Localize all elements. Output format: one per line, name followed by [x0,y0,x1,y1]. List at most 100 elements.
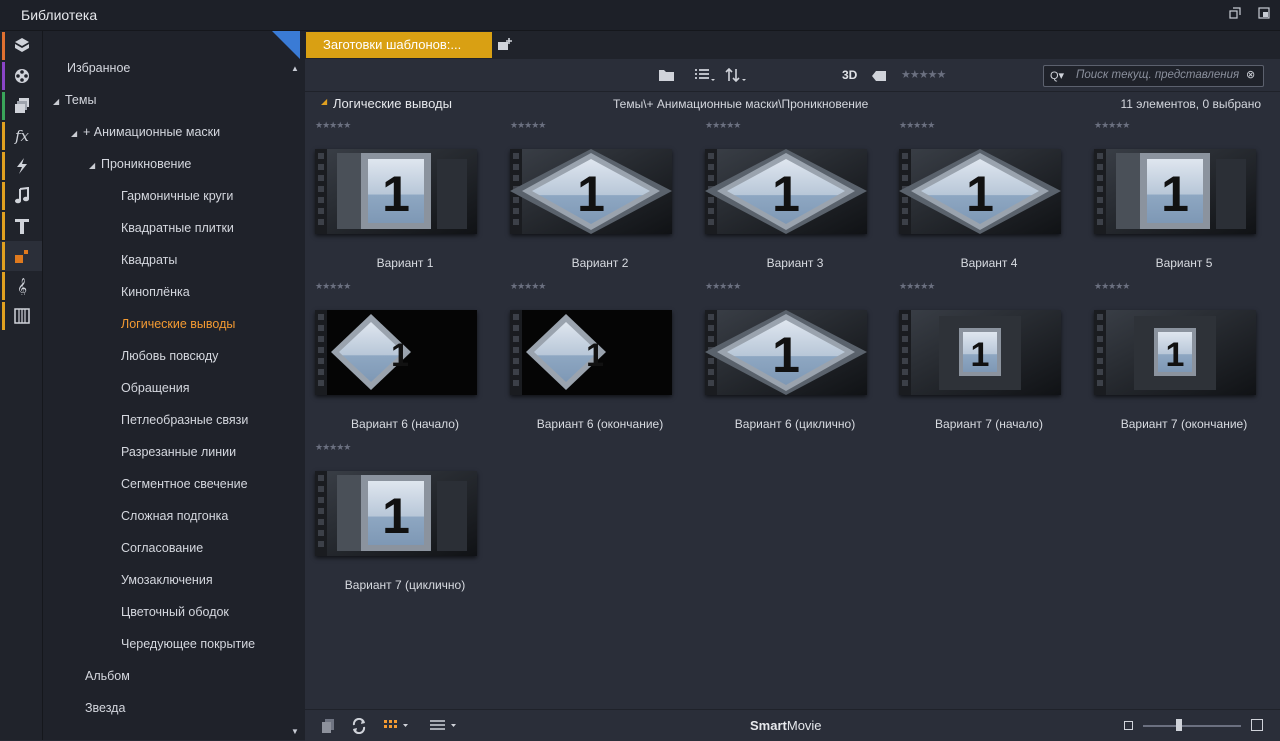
tree-item-theme[interactable]: Квадратные плитки [121,221,234,241]
template-card[interactable]: ★★★★★ 1 Вариант 7 (начало) [889,277,1069,437]
rating-stars-icon[interactable]: ★★★★★ [315,442,351,453]
template-thumbnail[interactable]: 1 [705,149,867,234]
zoom-large-icon[interactable] [1251,719,1263,731]
rail-item-titles[interactable] [0,211,42,241]
rail-item-transitions[interactable] [0,151,42,181]
template-card[interactable]: ★★★★★ 1 Вариант 7 (окончание) [1084,277,1264,437]
folder-path: Темы\+ Анимационные маски\Проникновение [613,97,869,111]
rail-item-effects[interactable]: fx [0,121,42,151]
template-card[interactable]: ★★★★★ 1 Вариант 1 [305,116,485,276]
copy-icon[interactable] [321,718,335,739]
template-thumbnail[interactable]: 1 [510,149,672,234]
tree-item-theme[interactable]: Чередующее покрытие [121,637,255,657]
rating-stars-icon[interactable]: ★★★★★ [510,120,546,131]
restore-window-icon[interactable] [1228,7,1242,21]
tree-item-theme[interactable]: Квадраты [121,253,177,273]
smartmovie-label[interactable]: SmartMovie [750,718,822,733]
rail-item-photos[interactable] [0,91,42,121]
tree-item-theme-selected[interactable]: Логические выводы [121,317,235,337]
details-view-icon[interactable] [429,719,459,737]
scroll-down-icon[interactable]: ▼ [291,727,299,736]
rail-item-sound-effects[interactable] [0,301,42,331]
template-card[interactable]: ★★★★★ 1 Вариант 7 (циклично) [305,438,485,598]
rating-stars-icon[interactable]: ★★★★★ [1094,281,1130,292]
list-view-icon[interactable] [694,68,716,87]
template-card[interactable]: ★★★★★ 1 Вариант 3 [695,116,875,276]
tag-icon[interactable] [871,69,887,87]
tree-item-theme[interactable]: Цветочный ободок [121,605,229,625]
tree-item-animated-masks[interactable]: ◢ + Анимационные маски [71,125,220,145]
template-label: Вариант 4 [960,256,1018,270]
template-thumbnail[interactable]: 1 [315,310,477,395]
clear-search-icon[interactable]: ⊗ [1246,68,1255,81]
tree-item-theme[interactable]: Гармоничные круги [121,189,233,209]
template-card[interactable]: ★★★★★ 1 Вариант 6 (начало) [305,277,485,437]
search-icon[interactable]: Q▾ [1050,69,1064,82]
template-thumbnail[interactable]: 1 [899,310,1061,395]
expand-arrow-icon[interactable]: ◢ [53,97,65,106]
rail-item-audio[interactable] [0,181,42,211]
template-label: Вариант 7 (окончание) [1120,417,1248,431]
search-box[interactable]: Q▾ Поиск текущ. представления ⊗ [1043,65,1264,87]
pin-corner-icon[interactable] [272,31,300,59]
template-card[interactable]: ★★★★★ 1 Вариант 5 [1084,116,1264,276]
template-thumbnail[interactable]: 1 [1094,310,1256,395]
expand-arrow-icon[interactable]: ◢ [71,129,83,138]
tree-item-theme[interactable]: Согласование [121,541,203,561]
collapse-arrow-icon[interactable]: ◢ [321,97,327,106]
tree-item-theme[interactable]: Сегментное свечение [121,477,248,497]
rail-item-montage[interactable] [0,241,42,271]
zoom-slider-handle[interactable] [1176,719,1182,731]
zoom-small-icon[interactable] [1124,721,1133,730]
tree-item-theme[interactable]: Петлеобразные связи [121,413,248,433]
template-card[interactable]: ★★★★★ 1 Вариант 6 (циклично) [695,277,875,437]
rating-filter-stars-icon[interactable]: ★★★★★ [901,68,946,81]
rating-stars-icon[interactable]: ★★★★★ [899,281,935,292]
3d-filter-button[interactable]: 3D [842,68,857,82]
template-thumbnail[interactable]: 1 [510,310,672,395]
rating-stars-icon[interactable]: ★★★★★ [315,281,351,292]
expand-arrow-icon[interactable]: ◢ [89,161,101,170]
tree-item-theme[interactable]: Умозаключения [121,573,213,593]
montage-icon [15,250,28,263]
tree-item-album[interactable]: Альбом [85,669,130,689]
refresh-icon[interactable] [351,717,367,739]
rail-item-scorefitter[interactable]: 𝄞 [0,271,42,301]
tree-item-favorites[interactable]: Избранное [67,61,130,81]
template-thumbnail[interactable]: 1 [899,149,1061,234]
stacked-photos-icon [15,98,29,113]
tab-templates[interactable]: Заготовки шаблонов:... [306,32,492,58]
content-panel: Заготовки шаблонов:... 3D ★★★★★ Q▾ Поиск… [305,31,1280,741]
rating-stars-icon[interactable]: ★★★★★ [1094,120,1130,131]
zoom-slider-track[interactable] [1143,725,1241,727]
scroll-up-icon[interactable]: ▲ [291,64,299,73]
tree-item-star[interactable]: Звезда [85,701,125,721]
rating-stars-icon[interactable]: ★★★★★ [899,120,935,131]
folder-icon[interactable] [658,68,675,87]
grid-view-icon[interactable] [383,719,409,737]
template-card[interactable]: ★★★★★ 1 Вариант 2 [500,116,680,276]
detach-window-icon[interactable] [1257,7,1271,21]
tree-item-penetration[interactable]: ◢ Проникновение [89,157,191,177]
rail-item-video[interactable] [0,61,42,91]
rating-stars-icon[interactable]: ★★★★★ [705,281,741,292]
tree-item-theme[interactable]: Киноплёнка [121,285,190,305]
tree-item-theme[interactable]: Обращения [121,381,190,401]
template-thumbnail[interactable]: 1 [705,310,867,395]
template-thumbnail[interactable]: 1 [315,471,477,556]
tree-item-theme[interactable]: Разрезанные линии [121,445,236,465]
rating-stars-icon[interactable]: ★★★★★ [705,120,741,131]
template-thumbnail[interactable]: 1 [315,149,477,234]
rail-item-projects[interactable] [0,31,42,61]
tree-item-theme[interactable]: Сложная подгонка [121,509,228,529]
rating-stars-icon[interactable]: ★★★★★ [315,120,351,131]
sort-icon[interactable] [725,67,747,87]
template-card[interactable]: ★★★★★ 1 Вариант 4 [889,116,1069,276]
add-tab-icon[interactable] [497,38,513,57]
template-thumbnail[interactable]: 1 [1094,149,1256,234]
library-window: Библиотека fx 𝄞 Избранное ◢ Темы ◢ + Ани… [0,0,1280,741]
tree-item-themes[interactable]: ◢ Темы [53,93,96,113]
tree-item-theme[interactable]: Любовь повсюду [121,349,218,369]
rating-stars-icon[interactable]: ★★★★★ [510,281,546,292]
template-card[interactable]: ★★★★★ 1 Вариант 6 (окончание) [500,277,680,437]
